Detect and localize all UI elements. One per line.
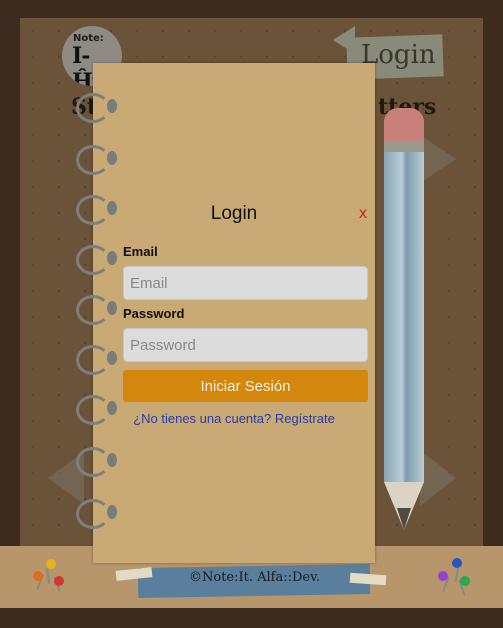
- arrow-right-icon: [420, 135, 456, 183]
- modal-title: Login: [210, 203, 258, 224]
- close-button[interactable]: x: [359, 205, 367, 223]
- password-field[interactable]: [123, 328, 368, 362]
- pencil-lead: [397, 508, 411, 530]
- login-modal: Login x Email Password Iniciar Sesión ¿N…: [76, 63, 375, 563]
- pencil-illustration: [384, 108, 424, 530]
- pencil-band: [384, 142, 424, 152]
- password-label: Password: [123, 306, 185, 321]
- arrow-right-icon: [420, 450, 456, 506]
- login-submit-button[interactable]: Iniciar Sesión: [123, 370, 368, 402]
- register-link[interactable]: ¿No tienes una cuenta? Regístrate: [93, 411, 375, 426]
- email-label: Email: [123, 244, 158, 259]
- email-field[interactable]: [123, 266, 368, 300]
- pencil-body: [384, 152, 424, 482]
- footer-credit: ©Note:It. Alfa::Dev.: [189, 570, 321, 585]
